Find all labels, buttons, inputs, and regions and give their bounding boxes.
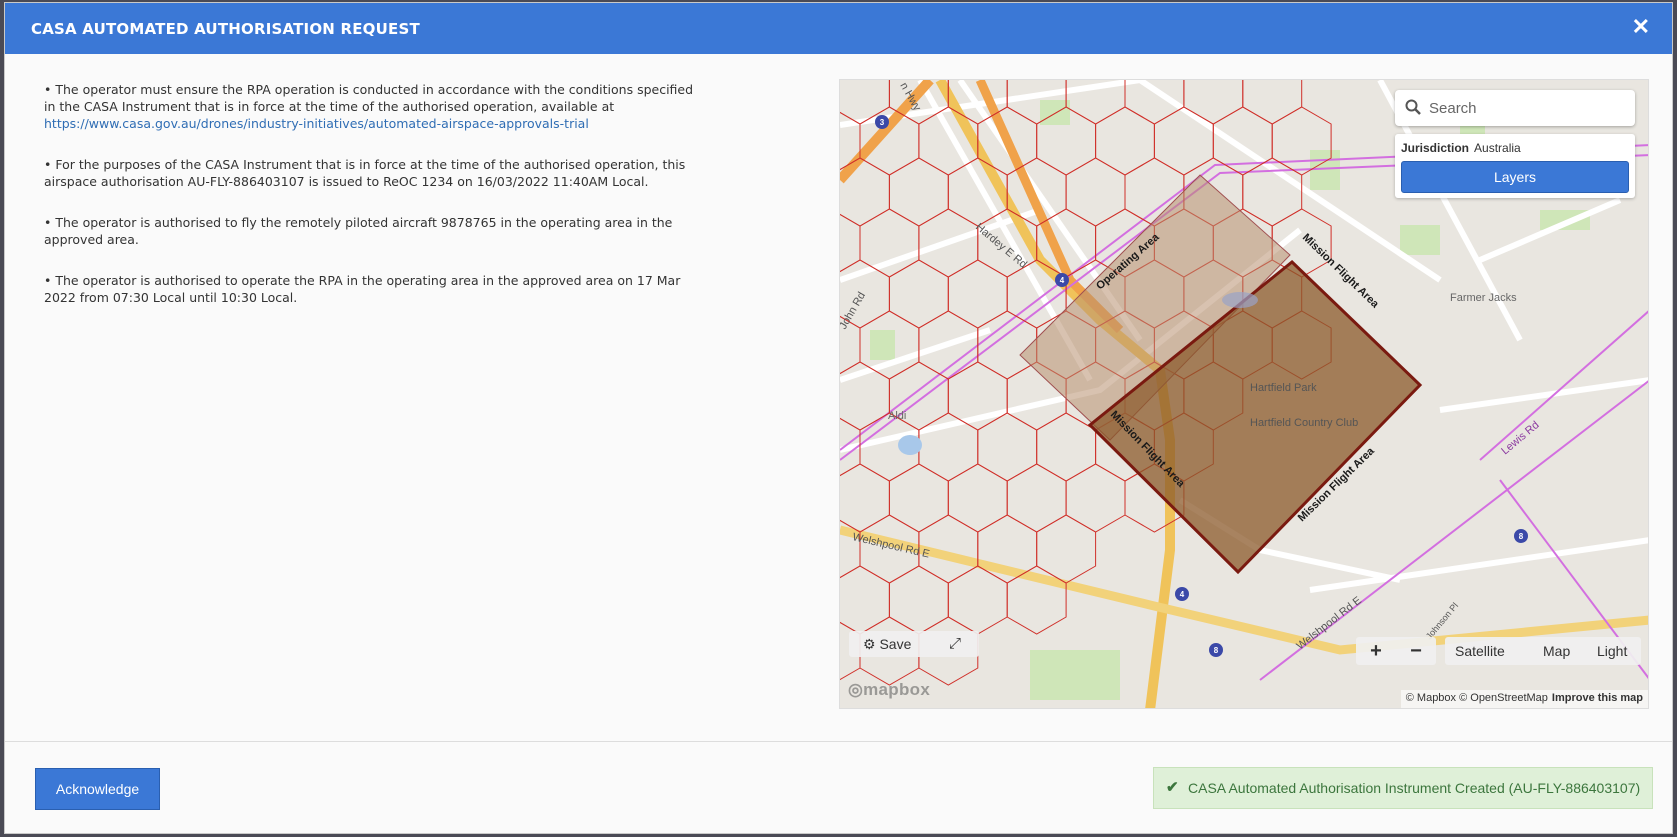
jurisdiction: Jurisdiction Australia	[1401, 141, 1521, 155]
hex-cell	[1065, 463, 1126, 533]
attribution-text[interactable]: © Mapbox © OpenStreetMap	[1406, 692, 1548, 704]
route-label: 8	[1519, 532, 1524, 541]
map-search[interactable]	[1395, 90, 1635, 126]
map-attribution: © Mapbox © OpenStreetMap Improve this map	[1400, 690, 1648, 708]
style-map-button[interactable]: Map	[1543, 637, 1570, 665]
hex-cell	[977, 310, 1038, 380]
hex-cell	[888, 565, 949, 635]
hex-cell	[1036, 412, 1097, 482]
casa-instrument-link[interactable]: https://www.casa.gov.au/drones/industry-…	[44, 116, 589, 131]
mapbox-logo: ◎mapbox	[848, 680, 931, 699]
condition-text: • The operator must ensure the RPA opera…	[44, 82, 694, 114]
hex-cell	[1065, 157, 1126, 227]
save-button[interactable]: ⚙ Save	[863, 631, 911, 657]
search-input[interactable]	[1429, 96, 1624, 120]
modal-header: CASA AUTOMATED AUTHORISATION REQUEST ✕	[5, 3, 1672, 54]
map-view[interactable]: 3 4 4 8 8 Hartfield Park Hartfield Count…	[839, 79, 1649, 709]
acknowledge-button[interactable]: Acknowledge	[35, 768, 160, 810]
route-label: 8	[1214, 646, 1219, 655]
map-style-control: Satellite Map Light	[1445, 637, 1641, 665]
hex-cell	[947, 565, 1008, 635]
hex-cell	[1095, 106, 1155, 176]
style-satellite-button[interactable]: Satellite	[1455, 637, 1505, 665]
gear-icon: ⚙	[863, 636, 876, 652]
hex-cell	[840, 213, 861, 273]
fullscreen-icon[interactable]: ⤢	[949, 631, 961, 657]
hex-cell	[840, 519, 861, 579]
hex-cell	[888, 463, 949, 533]
jurisdiction-value: Australia	[1474, 141, 1521, 155]
hex-cell	[1153, 106, 1214, 176]
condition-item: • The operator must ensure the RPA opera…	[44, 81, 704, 132]
zoom-control: + −	[1356, 637, 1436, 665]
hex-cell	[1036, 514, 1097, 584]
modal-title: CASA AUTOMATED AUTHORISATION REQUEST	[31, 20, 420, 38]
mapbox-logo-icon: ◎	[848, 680, 864, 699]
route-label: 4	[1060, 276, 1065, 285]
close-icon[interactable]: ✕	[1632, 16, 1650, 38]
hex-cell	[888, 259, 949, 329]
hex-cell	[1242, 80, 1303, 125]
authorisation-modal: CASA AUTOMATED AUTHORISATION REQUEST ✕ •…	[4, 2, 1673, 834]
hex-cell	[947, 463, 1008, 533]
layer-panel: Jurisdiction Australia Layers	[1395, 134, 1635, 198]
hex-cell	[840, 463, 890, 533]
footer-divider	[5, 741, 1672, 742]
style-light-button[interactable]: Light	[1597, 637, 1627, 665]
route-label: 4	[1180, 590, 1185, 599]
save-label: Save	[879, 636, 912, 652]
hex-cell	[840, 565, 890, 635]
map-label-hartfield-park: Hartfield Park	[1250, 382, 1317, 394]
route-label: 3	[880, 118, 885, 127]
check-icon: ✔	[1166, 779, 1179, 796]
condition-item: • The operator is authorised to operate …	[44, 273, 681, 305]
jurisdiction-label: Jurisdiction	[1401, 141, 1470, 155]
map-label-aldi: Aldi	[888, 410, 906, 422]
zoom-in-button[interactable]: +	[1356, 637, 1396, 665]
condition-item: • The operator is authorised to fly the …	[44, 215, 673, 247]
hex-cell	[947, 259, 1008, 329]
success-toast: ✔ CASA Automated Authorisation Instrumen…	[1153, 767, 1653, 809]
map-label-farmer-jacks: Farmer Jacks	[1450, 292, 1517, 304]
hex-cell	[977, 412, 1038, 482]
hex-cell	[1006, 463, 1067, 533]
save-control: ⚙ Save ⤢	[849, 631, 979, 657]
hex-cell	[888, 157, 949, 227]
toast-text: CASA Automated Authorisation Instrument …	[1188, 780, 1641, 796]
condition-item: • For the purposes of the CASA Instrumen…	[44, 157, 686, 189]
zoom-out-button[interactable]: −	[1396, 637, 1436, 665]
improve-map-link[interactable]: Improve this map	[1552, 692, 1643, 704]
layers-button[interactable]: Layers	[1401, 161, 1629, 193]
conditions-list: • The operator must ensure the RPA opera…	[44, 81, 704, 330]
map-label-country-club: Hartfield Country Club	[1250, 417, 1358, 429]
